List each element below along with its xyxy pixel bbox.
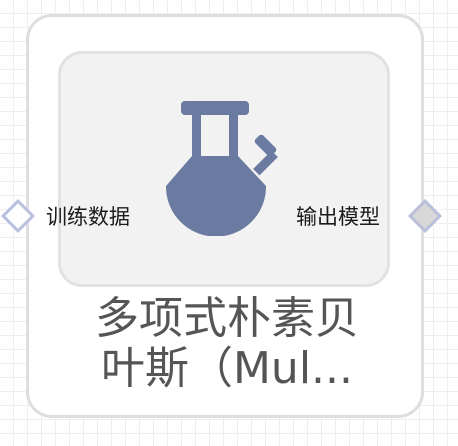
input-port-label: 训练数据 (46, 205, 130, 229)
node-title: 多项式朴素贝 叶斯（Mul... (40, 294, 414, 394)
output-port-label: 输出模型 (296, 205, 380, 229)
flask-icon (165, 101, 278, 236)
node-title-line-1: 多项式朴素贝 (95, 293, 359, 344)
node-title-line-2: 叶斯（Mul... (100, 343, 354, 394)
